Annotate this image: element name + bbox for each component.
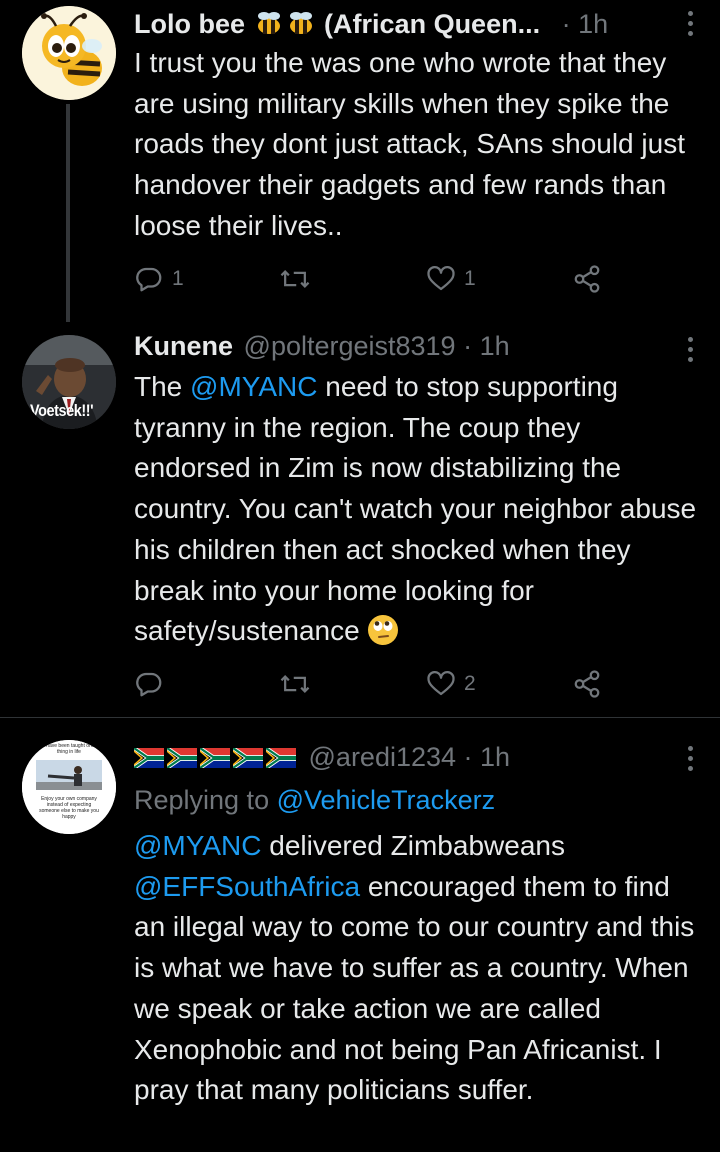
mention-link[interactable]: @MYANC xyxy=(190,371,317,402)
retweet-button[interactable] xyxy=(279,262,311,296)
retweet-icon xyxy=(280,675,310,693)
tweet-header: @aredi1234 · 1h xyxy=(134,740,510,774)
reply-button[interactable] xyxy=(134,667,164,701)
bee-emoji-icon xyxy=(257,12,280,34)
south-africa-flag-icon xyxy=(233,748,263,768)
tweet-actions: 1 1 xyxy=(134,262,614,296)
tweet-3[interactable]: I have been taught one thing in life Enj… xyxy=(0,718,720,1152)
reply-count: 1 xyxy=(172,267,184,290)
south-africa-flag-icon xyxy=(266,748,296,768)
display-name-suffix[interactable]: (African Queen... xyxy=(324,9,540,39)
replying-label: Replying to xyxy=(134,785,277,815)
reply-button[interactable]: 1 xyxy=(134,262,184,296)
avatar[interactable]: Voetsek!!' xyxy=(22,335,116,429)
south-africa-flag-icon xyxy=(167,748,197,768)
like-button[interactable]: 1 xyxy=(426,262,476,296)
avatar[interactable]: I have been taught one thing in life Enj… xyxy=(22,740,116,834)
text-segment: The xyxy=(134,371,191,402)
rolling-eyes-emoji-icon xyxy=(368,615,399,646)
reply-icon xyxy=(136,267,162,292)
avatar-caption: Voetsek!!' xyxy=(30,401,94,420)
text-segment: delivered Zimbabweans xyxy=(261,830,565,861)
mention-link[interactable]: @MYANC xyxy=(134,830,261,861)
reply-icon xyxy=(136,672,162,697)
replying-to: Replying to @VehicleTrackerz xyxy=(134,783,495,817)
bee-emoji-icon xyxy=(289,12,312,34)
tweet-header: Lolo bee (African Queen... · 1h xyxy=(134,7,608,41)
retweet-button[interactable] xyxy=(279,667,311,701)
south-africa-flag-icon xyxy=(200,748,230,768)
share-button[interactable] xyxy=(572,667,602,701)
timestamp[interactable]: · 1h xyxy=(562,9,609,39)
text-segment: need to stop supporting tyranny in the r… xyxy=(134,371,697,647)
user-handle[interactable]: @poltergeist8319 xyxy=(244,331,456,361)
more-options-icon[interactable] xyxy=(686,11,694,41)
tweet-text: I trust you the was one who wrote that t… xyxy=(134,47,685,241)
like-count: 1 xyxy=(464,267,476,290)
display-name[interactable]: Kunene xyxy=(134,331,233,361)
tweet-actions: 2 xyxy=(134,667,614,701)
flag-emojis xyxy=(134,742,307,772)
mention-link[interactable]: @EFFSouthAfrica xyxy=(134,871,360,902)
south-africa-flag-icon xyxy=(134,748,164,768)
retweet-icon xyxy=(280,270,310,288)
like-count: 2 xyxy=(464,672,476,695)
tweet-text: The @MYANC need to stop supporting tyran… xyxy=(134,367,704,652)
display-name[interactable]: Lolo bee xyxy=(134,9,245,39)
like-button[interactable]: 2 xyxy=(426,667,476,701)
tweet-header: Kunene @poltergeist8319 · 1h xyxy=(134,329,510,363)
heart-icon xyxy=(427,671,455,696)
text-segment: encouraged them to find an illegal way t… xyxy=(134,870,695,1106)
heart-icon xyxy=(427,266,455,291)
tweet-text: @MYANC delivered Zimbabweans @EFFSouthAf… xyxy=(134,826,704,1111)
replying-to-link[interactable]: @VehicleTrackerz xyxy=(277,785,495,815)
share-icon xyxy=(574,670,600,698)
share-icon xyxy=(574,265,600,293)
more-options-icon[interactable] xyxy=(686,337,694,367)
tweet-2[interactable]: Voetsek!!' Kunene @poltergeist8319 · 1h … xyxy=(0,322,720,717)
avatar-quote-top: I have been taught one thing in life xyxy=(43,743,95,755)
bee-avatar-icon xyxy=(22,6,116,100)
thread-line xyxy=(66,104,70,322)
avatar[interactable] xyxy=(22,6,116,100)
tweet-1[interactable]: Lolo bee (African Queen... · 1h I trust … xyxy=(0,0,720,322)
share-button[interactable] xyxy=(572,262,602,296)
more-options-icon[interactable] xyxy=(686,746,694,776)
user-handle[interactable]: @aredi1234 xyxy=(309,742,457,772)
avatar-quote-bottom: Enjoy your own company instead of expect… xyxy=(39,796,99,820)
timestamp[interactable]: · 1h xyxy=(463,331,510,361)
timestamp[interactable]: · 1h xyxy=(464,742,511,772)
